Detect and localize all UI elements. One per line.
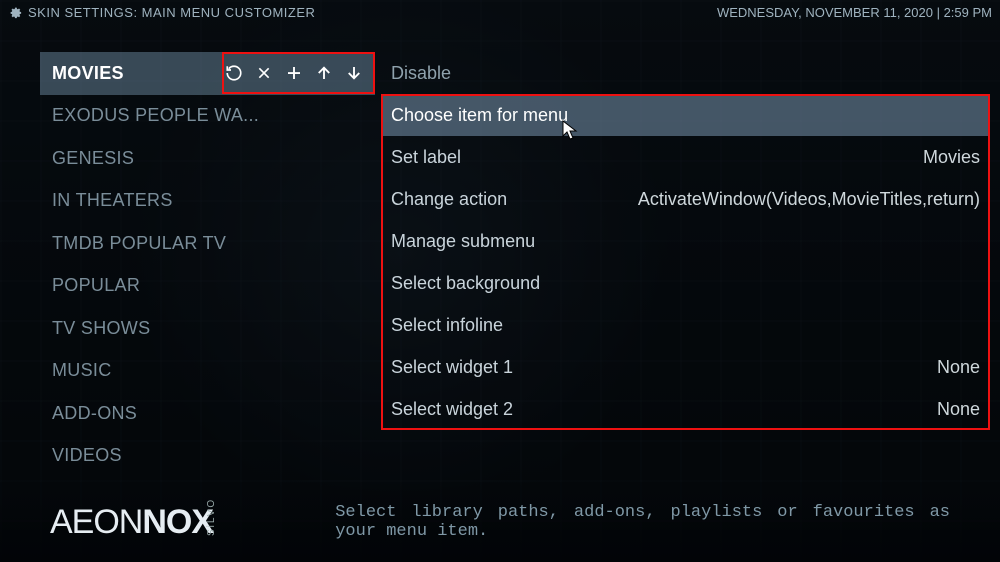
move-down-icon[interactable] [345,64,363,82]
sidebar-item-label: IN THEATERS [52,190,363,211]
sidebar-item-label: EXODUS PEOPLE WA... [52,105,363,126]
option-select-widget-1[interactable]: Select widget 1None [381,346,990,388]
option-choose-item-for-menu[interactable]: Choose item for menu [381,94,990,136]
sidebar-item-music[interactable]: MUSIC [40,350,375,393]
sidebar-item-exodus-people-wa[interactable]: EXODUS PEOPLE WA... [40,95,375,138]
main-menu-list: MOVIES EXODUS PEOPLE WA... GENESIS IN THEAT… [40,52,375,477]
sidebar-item-label: TV SHOWS [52,318,363,339]
sidebar-item-popular[interactable]: POPULAR [40,265,375,308]
header-datetime: WEDNESDAY, NOVEMBER 11, 2020 | 2:59 PM [717,5,992,20]
sidebar-item-label: MOVIES [52,63,217,84]
remove-icon[interactable] [255,64,273,82]
option-set-label[interactable]: Set labelMovies [381,136,990,178]
sidebar-item-tv-shows[interactable]: TV SHOWS [40,307,375,350]
option-label: Select background [391,273,980,294]
disable-toggle[interactable]: Disable [381,52,990,94]
logo-text-nox: NOX [142,503,213,542]
logo-subtext: SiLVO [206,497,217,535]
option-label: Select widget 1 [391,357,937,378]
sidebar-item-in-theaters[interactable]: IN THEATERS [40,180,375,223]
sidebar-item-label: ADD-ONS [52,403,363,424]
sidebar-item-movies[interactable]: MOVIES [40,52,375,95]
option-label: Choose item for menu [391,105,980,126]
sidebar-item-genesis[interactable]: GENESIS [40,137,375,180]
option-manage-submenu[interactable]: Manage submenu [381,220,990,262]
option-value: None [937,357,980,378]
sidebar-item-label: POPULAR [52,275,363,296]
option-label: Manage submenu [391,231,980,252]
option-label: Select widget 2 [391,399,937,420]
sidebar-item-label: GENESIS [52,148,363,169]
sidebar-item-label: VIDEOS [52,445,363,466]
sidebar-item-label: TMDB POPULAR TV [52,233,363,254]
sidebar-item-videos[interactable]: VIDEOS [40,435,375,478]
sidebar-item-tmdb-popular-tv[interactable]: TMDB POPULAR TV [40,222,375,265]
option-change-action[interactable]: Change actionActivateWindow(Videos,Movie… [381,178,990,220]
header-bar: SKIN SETTINGS: MAIN MENU CUSTOMIZER WEDN… [0,0,1000,24]
option-label: Set label [391,147,923,168]
option-value: None [937,399,980,420]
option-select-background[interactable]: Select background [381,262,990,304]
option-label: Change action [391,189,638,210]
option-select-infoline[interactable]: Select infoline [381,304,990,346]
option-select-widget-2[interactable]: Select widget 2None [381,388,990,430]
logo-text-aeon: AEON [50,503,142,542]
disable-label: Disable [391,63,980,84]
sidebar-item-label: MUSIC [52,360,363,381]
option-value: Movies [923,147,980,168]
move-up-icon[interactable] [315,64,333,82]
add-icon[interactable] [285,64,303,82]
settings-gear-icon [8,5,22,19]
sidebar-item-add-ons[interactable]: ADD-ONS [40,392,375,435]
footer-bar: AEON NOX SiLVO Select library paths, add… [0,482,1000,562]
reset-icon[interactable] [225,64,243,82]
hint-text: Select library paths, add-ons, playlists… [335,503,950,541]
option-value: ActivateWindow(Videos,MovieTitles,return… [638,189,980,210]
menu-item-options: Disable Choose item for menu Set labelMov… [381,52,990,430]
skin-logo: AEON NOX SiLVO [50,503,255,542]
header-title: SKIN SETTINGS: MAIN MENU CUSTOMIZER [28,5,315,20]
option-label: Select infoline [391,315,980,336]
